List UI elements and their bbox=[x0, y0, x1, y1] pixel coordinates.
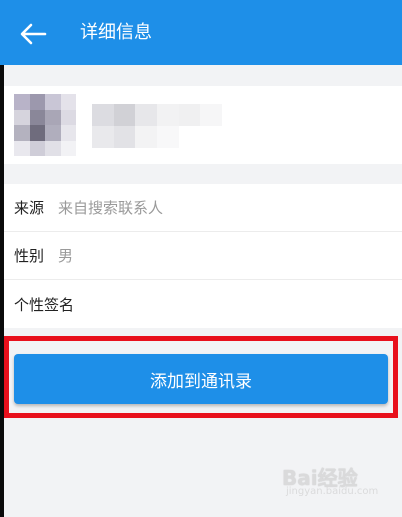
watermark: Bai经验 jingyan.baidu.com bbox=[282, 462, 392, 506]
info-label: 性别 bbox=[14, 247, 45, 265]
info-list: 来源 来自搜索联系人 性别 男 个性签名 bbox=[4, 184, 402, 328]
name-pixel bbox=[200, 104, 222, 126]
page-title: 详细信息 bbox=[80, 22, 152, 43]
name-pixel bbox=[135, 126, 157, 148]
avatar-pixel bbox=[29, 109, 45, 125]
avatar-pixel bbox=[60, 140, 76, 156]
info-row-source: 来源 来自搜索联系人 bbox=[4, 184, 402, 232]
contact-name-blurred bbox=[92, 104, 222, 148]
name-pixel bbox=[200, 126, 222, 148]
avatar-pixel bbox=[45, 125, 61, 141]
name-pixel bbox=[156, 126, 179, 148]
info-row-signature: 个性签名 bbox=[4, 280, 402, 328]
add-to-contacts-button[interactable]: 添加到通讯录 bbox=[14, 354, 388, 404]
avatar-pixel bbox=[60, 94, 76, 110]
avatar-pixel bbox=[14, 125, 30, 141]
name-pixel bbox=[178, 126, 201, 148]
name-pixel bbox=[92, 104, 114, 126]
app-header: 详细信息 bbox=[0, 0, 402, 65]
info-label: 来源 bbox=[14, 199, 45, 217]
avatar-pixel bbox=[14, 140, 30, 156]
name-pixel bbox=[113, 126, 136, 148]
avatar-pixel bbox=[29, 94, 45, 110]
back-button[interactable] bbox=[16, 17, 50, 51]
profile-card bbox=[4, 86, 402, 164]
name-pixel bbox=[156, 104, 179, 126]
arrow-left-icon bbox=[20, 23, 47, 45]
name-pixel bbox=[113, 104, 136, 126]
avatar-pixel bbox=[29, 125, 45, 141]
name-pixel bbox=[178, 104, 201, 126]
avatar-pixel bbox=[45, 109, 61, 125]
name-pixel bbox=[135, 104, 157, 126]
avatar-pixel bbox=[60, 125, 76, 141]
info-value: 男 bbox=[58, 247, 74, 265]
avatar-pixel bbox=[14, 109, 30, 125]
avatar-pixel bbox=[60, 109, 76, 125]
avatar-pixel bbox=[29, 140, 45, 156]
avatar-pixel bbox=[45, 140, 61, 156]
info-row-gender: 性别 男 bbox=[4, 232, 402, 280]
avatar bbox=[14, 94, 76, 156]
name-pixel bbox=[92, 126, 114, 148]
watermark-url: jingyan.baidu.com bbox=[286, 486, 379, 497]
info-value: 来自搜索联系人 bbox=[58, 199, 164, 217]
info-label: 个性签名 bbox=[14, 295, 75, 314]
avatar-pixel bbox=[14, 94, 30, 110]
avatar-pixel bbox=[45, 94, 61, 110]
